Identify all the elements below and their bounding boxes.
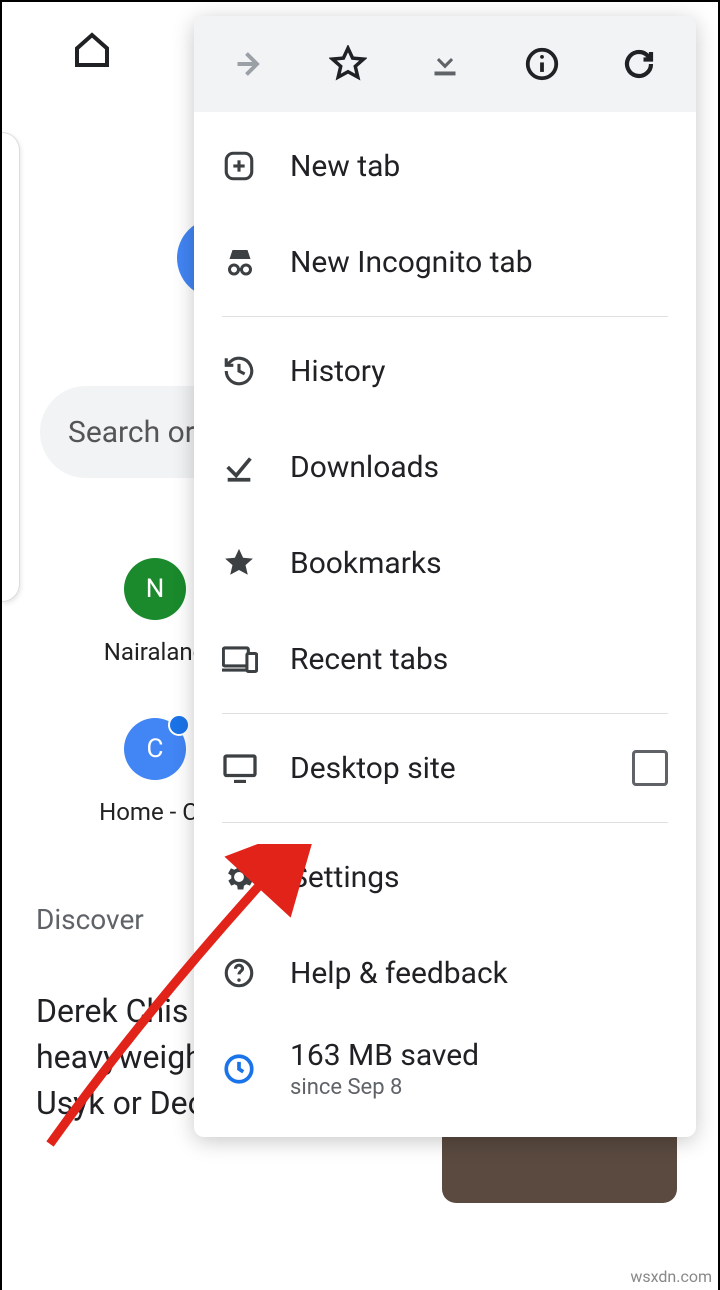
discover-heading: Discover	[36, 903, 144, 936]
downloads-done-icon	[222, 450, 290, 484]
forward-button[interactable]	[229, 46, 273, 82]
menu-item-label: Settings	[290, 860, 668, 895]
star-filled-icon	[222, 546, 290, 580]
desktop-site-checkbox[interactable]	[632, 750, 668, 786]
menu-item-settings[interactable]: Settings	[194, 829, 696, 925]
incognito-icon	[222, 244, 290, 280]
page-edge-shadow	[2, 132, 20, 602]
home-button[interactable]	[2, 30, 182, 70]
menu-item-data-saved[interactable]: 163 MB saved since Sep 8	[194, 1021, 696, 1117]
menu-item-history[interactable]: History	[194, 323, 696, 419]
menu-item-label: Desktop site	[290, 751, 632, 786]
menu-divider	[222, 822, 668, 823]
devices-icon	[222, 644, 290, 674]
menu-item-bookmarks[interactable]: Bookmarks	[194, 515, 696, 611]
shortcut-avatar: C	[124, 718, 186, 780]
forward-icon	[233, 46, 269, 82]
menu-item-label: History	[290, 354, 668, 389]
sync-badge-icon	[168, 714, 190, 736]
menu-item-label: Bookmarks	[290, 546, 668, 581]
desktop-icon	[222, 753, 290, 783]
menu-item-downloads[interactable]: Downloads	[194, 419, 696, 515]
data-saver-icon	[222, 1052, 290, 1086]
data-saved-primary: 163 MB saved	[290, 1038, 668, 1073]
plus-square-icon	[222, 149, 290, 183]
shortcut-avatar: N	[124, 558, 186, 620]
home-icon	[72, 30, 112, 70]
menu-item-incognito[interactable]: New Incognito tab	[194, 214, 696, 310]
menu-item-recent-tabs[interactable]: Recent tabs	[194, 611, 696, 707]
history-icon	[222, 354, 290, 388]
menu-item-label: Downloads	[290, 450, 668, 485]
menu-item-label: New Incognito tab	[290, 245, 668, 280]
menu-item-desktop-site[interactable]: Desktop site	[194, 720, 696, 816]
data-saved-text: 163 MB saved since Sep 8	[290, 1038, 668, 1100]
menu-item-new-tab[interactable]: New tab	[194, 118, 696, 214]
bookmark-button[interactable]	[326, 45, 370, 83]
menu-icon-row	[194, 16, 696, 112]
menu-item-label: Help & feedback	[290, 956, 668, 991]
reload-icon	[621, 46, 657, 82]
menu-item-label: New tab	[290, 149, 668, 184]
watermark: wsxdn.com	[630, 1267, 712, 1286]
data-saved-secondary: since Sep 8	[290, 1075, 668, 1100]
menu-item-label: Recent tabs	[290, 642, 668, 677]
gear-icon	[222, 860, 290, 894]
download-icon	[427, 46, 463, 82]
reload-button[interactable]	[617, 46, 661, 82]
menu-divider	[222, 316, 668, 317]
page-info-button[interactable]	[520, 45, 564, 83]
overflow-menu: New tab New Incognito tab History Downlo…	[194, 16, 696, 1137]
help-icon	[222, 956, 290, 990]
menu-divider	[222, 713, 668, 714]
search-placeholder: Search or	[68, 415, 195, 450]
star-outline-icon	[329, 45, 367, 83]
download-button[interactable]	[423, 46, 467, 82]
menu-item-help[interactable]: Help & feedback	[194, 925, 696, 1021]
info-icon	[523, 45, 561, 83]
